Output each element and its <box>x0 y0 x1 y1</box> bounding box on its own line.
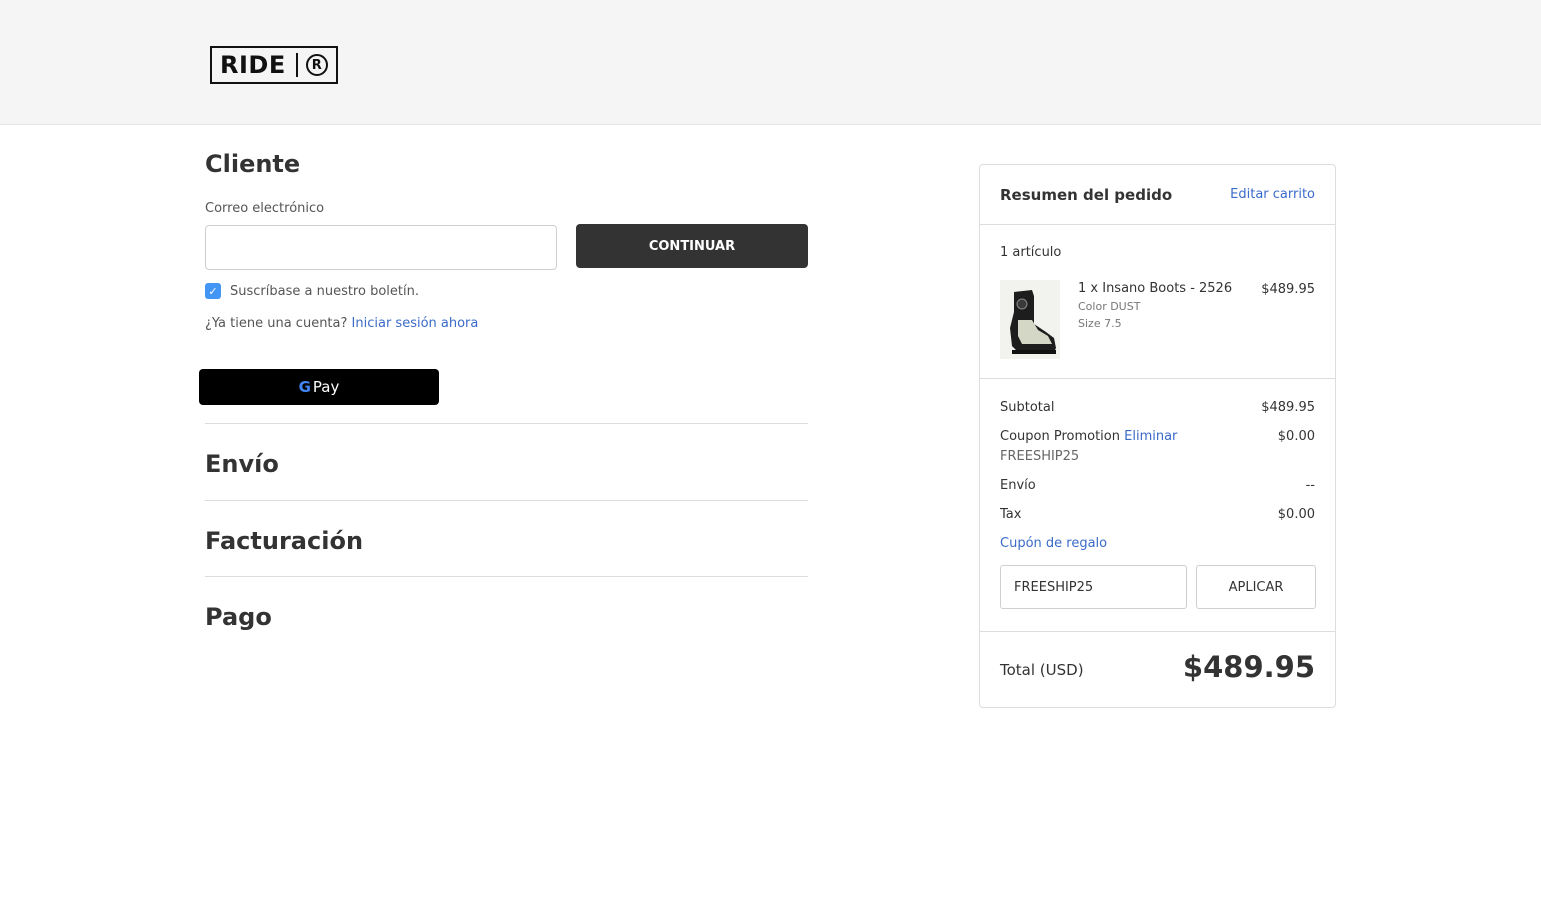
subtotal-value: $489.95 <box>1261 400 1315 415</box>
checkout-steps: Cliente Correo electrónico CONTINUAR ✓ S… <box>199 150 808 631</box>
coupon-line: Coupon Promotion Eliminar <box>1000 429 1177 444</box>
edit-cart-link[interactable]: Editar carrito <box>1230 187 1315 202</box>
tax-label: Tax <box>1000 507 1022 522</box>
section-divider <box>205 500 808 501</box>
item-count: 1 artículo <box>1000 245 1062 260</box>
remove-coupon-link[interactable]: Eliminar <box>1124 429 1177 444</box>
site-header: RIDE R <box>0 0 1541 125</box>
boot-icon <box>1000 280 1060 359</box>
section-divider <box>205 576 808 577</box>
newsletter-label[interactable]: Suscríbase a nuestro boletín. <box>230 284 419 299</box>
cart-items: 1 artículo 1 x Insano Boots - 2526 $489.… <box>980 225 1335 379</box>
order-total: Total (USD) $489.95 <box>980 632 1335 707</box>
section-divider <box>205 423 808 424</box>
step-shipping: Envío <box>205 450 279 478</box>
item-price: $489.95 <box>1261 282 1315 297</box>
shipping-label: Envío <box>1000 478 1036 493</box>
logo-mark-icon: R <box>305 54 328 76</box>
tax-value: $0.00 <box>1277 507 1315 522</box>
shipping-value: -- <box>1305 478 1315 493</box>
email-field[interactable] <box>205 225 557 270</box>
continue-button[interactable]: CONTINUAR <box>576 224 808 268</box>
newsletter-option[interactable]: ✓ Suscríbase a nuestro boletín. <box>205 283 419 299</box>
step-billing: Facturación <box>205 527 364 555</box>
google-g-icon: G <box>298 378 311 396</box>
item-color: Color DUST <box>1078 300 1141 313</box>
subtotal-label: Subtotal <box>1000 400 1055 415</box>
total-label: Total (USD) <box>1000 661 1084 679</box>
total-value: $489.95 <box>1182 650 1315 684</box>
customer-title: Cliente <box>205 150 301 178</box>
coupon-code: FREESHIP25 <box>1000 449 1080 464</box>
gpay-label: Pay <box>312 378 340 396</box>
logo-divider <box>295 53 298 77</box>
item-size: Size 7.5 <box>1078 317 1122 330</box>
newsletter-checkbox[interactable]: ✓ <box>205 283 221 299</box>
order-summary: Resumen del pedido Editar carrito 1 artí… <box>979 164 1336 708</box>
email-label: Correo electrónico <box>205 201 325 216</box>
item-name: 1 x Insano Boots - 2526 <box>1078 281 1233 296</box>
product-image <box>1000 280 1060 359</box>
step-payment: Pago <box>205 603 272 631</box>
logo-text: RIDE <box>220 51 286 79</box>
summary-header: Resumen del pedido Editar carrito <box>980 165 1335 225</box>
coupon-value: $0.00 <box>1277 429 1315 444</box>
coupon-label: Coupon Promotion <box>1000 429 1120 444</box>
summary-title: Resumen del pedido <box>1000 186 1173 204</box>
account-prompt-line: ¿Ya tiene una cuenta? Iniciar sesión aho… <box>205 316 478 331</box>
apply-coupon-button[interactable]: APLICAR <box>1196 565 1316 609</box>
coupon-code-input[interactable] <box>1000 565 1187 609</box>
signin-link[interactable]: Iniciar sesión ahora <box>352 316 479 331</box>
totals-block: Subtotal $489.95 Coupon Promotion Elimin… <box>980 379 1335 632</box>
account-prompt: ¿Ya tiene una cuenta? <box>205 316 348 331</box>
ride-logo[interactable]: RIDE R <box>210 46 338 84</box>
google-pay-button[interactable]: G Pay <box>199 369 439 405</box>
gift-coupon-link[interactable]: Cupón de regalo <box>1000 536 1107 551</box>
